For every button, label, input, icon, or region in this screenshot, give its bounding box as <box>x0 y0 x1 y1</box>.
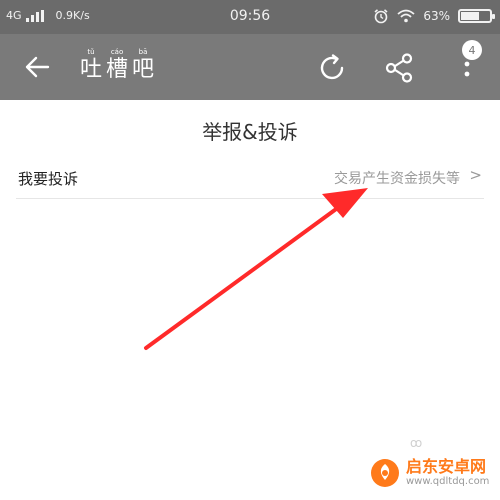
battery-percent: 63% <box>423 9 450 23</box>
watermark-url: www.qdltdq.com <box>406 476 490 487</box>
title-hanzi: 吧 <box>132 57 155 82</box>
title-char: cáo 槽 <box>106 48 128 83</box>
app-title: tǔ 吐 cáo 槽 bā 吧 <box>80 48 154 83</box>
status-right: 63% <box>373 8 495 24</box>
title-pinyin: tǔ <box>87 48 95 56</box>
title-pinyin: bā <box>138 48 148 56</box>
app-bar: tǔ 吐 cáo 槽 bā 吧 4 <box>0 34 500 100</box>
page-title: 举报&投诉 <box>202 120 298 144</box>
refresh-icon[interactable] <box>316 52 348 84</box>
row-label: 我要投诉 <box>18 170 79 188</box>
alarm-icon <box>374 9 388 24</box>
wifi-icon <box>397 9 415 23</box>
faint-mark: ꝏ <box>410 436 423 450</box>
back-arrow-icon[interactable] <box>22 52 52 82</box>
title-hanzi: 槽 <box>106 57 129 82</box>
title-pinyin: cáo <box>110 48 124 56</box>
more-vertical-icon[interactable] <box>455 56 479 80</box>
title-char: tǔ 吐 <box>80 48 102 83</box>
title-hanzi: 吐 <box>80 57 103 82</box>
status-bar: 4G 0.9K/s 09:56 63% <box>0 0 500 34</box>
watermark-text: 启东安卓网 www.qdltdq.com <box>406 458 489 488</box>
complaint-row[interactable]: 我要投诉 交易产生资金损失等 > <box>16 160 484 199</box>
battery-fill <box>461 12 479 20</box>
watermark-logo-icon <box>371 459 399 487</box>
share-icon[interactable] <box>382 51 416 85</box>
chevron-right-icon: > <box>469 166 482 184</box>
row-value: 交易产生资金损失等 <box>334 171 460 187</box>
watermark: 启东安卓网 www.qdltdq.com <box>370 458 489 488</box>
title-char: bā 吧 <box>132 48 154 83</box>
battery-icon <box>458 9 495 23</box>
watermark-name: 启东安卓网 <box>406 457 487 476</box>
